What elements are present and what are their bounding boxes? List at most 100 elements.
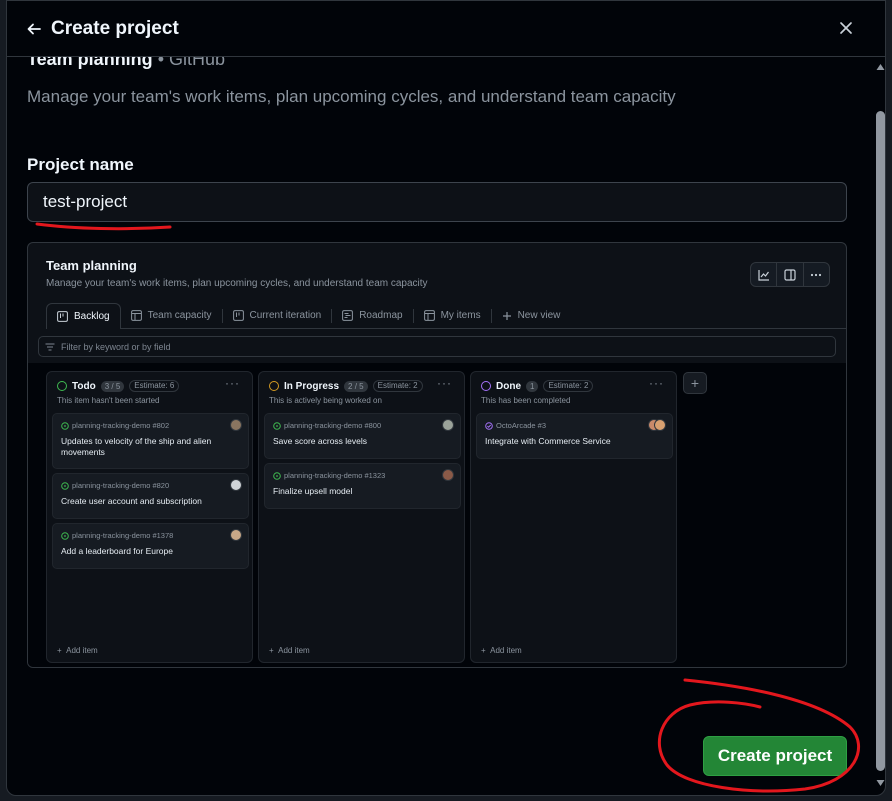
view-tabs: Backlog Team capacity Current iteration … xyxy=(46,303,846,329)
scroll-down-icon[interactable] xyxy=(876,779,885,787)
status-circle-icon xyxy=(269,381,279,391)
tab-label: My items xyxy=(440,310,481,321)
tab-current-iteration[interactable]: Current iteration xyxy=(223,303,332,328)
add-item-button[interactable]: + Add item xyxy=(57,646,98,655)
tab-new-view[interactable]: New view xyxy=(492,303,571,328)
tab-backlog[interactable]: Backlog xyxy=(46,303,121,329)
insights-icon[interactable] xyxy=(751,263,778,286)
card-title: Updates to velocity of the ship and alie… xyxy=(61,436,212,457)
tab-label: New view xyxy=(517,310,561,321)
add-item-button[interactable]: + Add item xyxy=(481,646,522,655)
column-header: Done 1 Estimate: 2 xyxy=(481,380,594,392)
card[interactable]: planning-tracking-demo #1378 Add a leade… xyxy=(52,523,249,569)
card-meta: OctoArcade #3 xyxy=(485,421,546,430)
column-todo: Todo 3 / 5 Estimate: 6 ··· This item has… xyxy=(46,371,253,663)
status-circle-icon xyxy=(57,381,67,391)
avatar xyxy=(230,419,242,431)
column-header: In Progress 2 / 5 Estimate: 2 xyxy=(269,380,423,392)
board: Todo 3 / 5 Estimate: 6 ··· This item has… xyxy=(28,363,846,667)
column-count: 1 xyxy=(526,380,539,392)
add-item-label: Add item xyxy=(278,646,310,655)
annotation-circle xyxy=(657,678,861,793)
card[interactable]: planning-tracking-demo #1323 Finalize up… xyxy=(264,463,461,509)
add-item-button[interactable]: + Add item xyxy=(269,646,310,655)
sidebar-toggle-icon[interactable] xyxy=(777,263,804,286)
card-title: Finalize upsell model xyxy=(273,486,353,496)
avatar xyxy=(442,469,454,481)
arrow-left-icon[interactable] xyxy=(23,18,45,40)
column-done: Done 1 Estimate: 2 ··· This has been com… xyxy=(470,371,677,663)
template-name: Team planning • GitHub xyxy=(27,57,225,70)
more-options-icon[interactable] xyxy=(804,263,829,286)
template-preview: Team planning Manage your team's work it… xyxy=(27,242,847,668)
column-more-icon[interactable]: ··· xyxy=(225,376,240,390)
tab-roadmap[interactable]: Roadmap xyxy=(332,303,412,328)
column-header: Todo 3 / 5 Estimate: 6 xyxy=(57,380,180,392)
plus-icon xyxy=(502,311,511,320)
column-more-icon[interactable]: ··· xyxy=(437,376,452,390)
card[interactable]: OctoArcade #3 Integrate with Commerce Se… xyxy=(476,413,673,459)
project-name-label: Project name xyxy=(27,155,134,174)
card-repo: planning-tracking-demo #802 xyxy=(72,421,170,430)
card-title: Integrate with Commerce Service xyxy=(485,436,611,446)
card[interactable]: planning-tracking-demo #802 Updates to v… xyxy=(52,413,249,469)
column-count: 3 / 5 xyxy=(100,380,125,392)
column-name: In Progress xyxy=(284,380,340,392)
scroll-up-icon[interactable] xyxy=(876,63,885,71)
avatar xyxy=(654,419,666,431)
dialog-content: Team planning • GitHub Manage your team'… xyxy=(7,57,869,795)
project-name-input[interactable] xyxy=(27,182,847,222)
column-subtitle: This has been completed xyxy=(481,396,571,405)
add-item-label: Add item xyxy=(490,646,522,655)
dialog-title: Create project xyxy=(51,17,179,39)
filter-input[interactable]: Filter by keyword or by field xyxy=(38,336,836,357)
card-repo: planning-tracking-demo #1378 xyxy=(72,531,174,540)
column-name: Todo xyxy=(72,380,96,392)
card[interactable]: planning-tracking-demo #800 Save score a… xyxy=(264,413,461,459)
tab-label: Team capacity xyxy=(147,310,212,321)
card-meta: planning-tracking-demo #800 xyxy=(273,421,381,430)
column-subtitle: This item hasn't been started xyxy=(57,396,160,405)
avatar xyxy=(230,479,242,491)
scrollbar-thumb[interactable] xyxy=(876,111,885,771)
avatar xyxy=(230,529,242,541)
avatar xyxy=(442,419,454,431)
column-name: Done xyxy=(496,380,521,392)
card-repo: planning-tracking-demo #820 xyxy=(72,481,170,490)
column-subtitle: This is actively being worked on xyxy=(269,396,382,405)
card-title: Add a leaderboard for Europe xyxy=(61,546,173,556)
status-circle-icon xyxy=(481,381,491,391)
template-source: • GitHub xyxy=(152,57,226,69)
board-icon xyxy=(232,310,244,321)
annotation-underline xyxy=(35,222,172,231)
preview-toolbar xyxy=(750,262,830,287)
tab-team-capacity[interactable]: Team capacity xyxy=(121,303,222,328)
close-icon[interactable] xyxy=(835,17,857,39)
create-project-dialog: Create project Team planning • GitHub Ma… xyxy=(6,0,886,796)
card-meta: planning-tracking-demo #1323 xyxy=(273,471,385,480)
scrollbar[interactable] xyxy=(873,59,885,795)
card-meta: planning-tracking-demo #820 xyxy=(61,481,169,490)
issue-closed-icon xyxy=(485,421,493,430)
issue-open-icon xyxy=(273,471,281,480)
preview-title: Team planning xyxy=(46,258,137,273)
card[interactable]: planning-tracking-demo #820 Create user … xyxy=(52,473,249,519)
card-repo: OctoArcade #3 xyxy=(496,421,547,430)
template-name-text: Team planning xyxy=(27,57,153,69)
column-estimate: Estimate: 2 xyxy=(372,380,423,392)
table-icon xyxy=(130,310,142,321)
column-in-progress: In Progress 2 / 5 Estimate: 2 ··· This i… xyxy=(258,371,465,663)
tab-my-items[interactable]: My items xyxy=(414,303,491,328)
preview-description: Manage your team's work items, plan upco… xyxy=(46,278,428,289)
column-estimate: Estimate: 2 xyxy=(543,380,594,392)
column-more-icon[interactable]: ··· xyxy=(649,376,664,390)
column-estimate: Estimate: 6 xyxy=(129,380,180,392)
tab-label: Roadmap xyxy=(359,310,403,321)
tab-label: Backlog xyxy=(74,311,110,322)
card-repo: planning-tracking-demo #1323 xyxy=(284,471,386,480)
card-title: Create user account and subscription xyxy=(61,496,202,506)
filter-placeholder: Filter by keyword or by field xyxy=(61,341,171,352)
tab-label: Current iteration xyxy=(249,310,322,321)
add-column-button[interactable]: + xyxy=(683,372,707,394)
dialog-header: Create project xyxy=(7,1,885,57)
